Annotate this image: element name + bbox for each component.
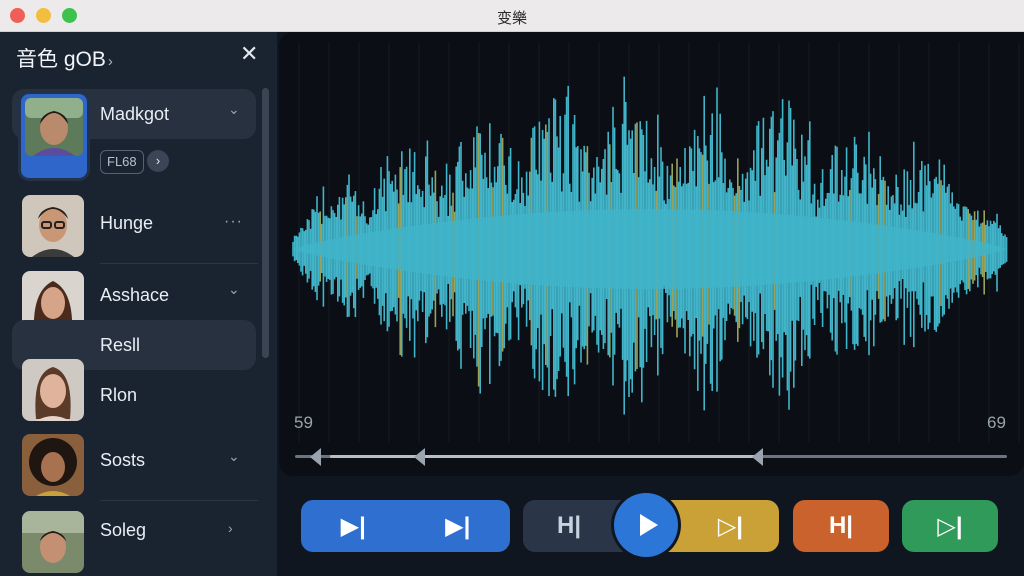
voice-name: Sosts [100,450,146,470]
voice-tag: FL68 [100,150,144,174]
voice-item-madkgot[interactable]: Madkgot ⌄ [12,89,256,178]
timeline-selection[interactable] [330,455,760,458]
voice-item-rlon[interactable]: Rlon [12,356,256,428]
hold-icon: H| [557,512,582,539]
voice-item-soleg[interactable]: Soleg › [12,504,256,576]
play-button[interactable] [614,493,678,557]
sidebar-scrollbar[interactable] [262,88,269,358]
avatar-frame-selected [21,94,87,178]
end-time-label: 69 [987,413,1006,432]
skip-forward-button[interactable]: ▶| ▶| [301,500,510,552]
window-titlebar: 变樂 [0,0,1024,32]
voice-name: Soleg [100,520,147,540]
start-time-label: 59 [294,413,313,432]
chevron-down-icon[interactable]: ⌄ [228,281,240,298]
waveform-panel[interactable] [279,32,1024,476]
voice-name: Rlon [100,385,138,405]
avatar-soleg [22,511,84,573]
list-divider [100,263,258,264]
next-green-icon: ▷| [937,512,963,540]
voice-item-sosts[interactable]: Sosts ⌄ [12,430,256,502]
sidebar-title-text: 音色 gOB [16,48,106,71]
voice-name: Madkgot [100,104,170,124]
split-icon: H| [828,512,854,539]
play-icon [639,514,658,536]
more-options-icon[interactable]: ··· [224,213,243,231]
avatar-hunge [22,195,84,257]
avatar-sosts [22,434,84,496]
tag-next-icon[interactable]: › [147,150,169,172]
avatar-madkgot [25,98,83,176]
next-outline-icon: ▷| [717,512,743,540]
skip-forward-icon: ▶| [445,512,471,540]
next-green-button[interactable]: ▷| [902,500,998,552]
selection-start-handle[interactable] [414,448,425,466]
chevron-right-icon[interactable]: › [228,520,233,536]
timeline-start-handle[interactable] [310,448,321,466]
voice-name: Resll [100,335,141,355]
sidebar-title: 音色 gOB › [16,43,113,73]
voice-name: Asshace [100,285,170,305]
sidebar-title-arrow-icon: › [107,53,113,70]
skip-forward-icon: ▶| [340,512,366,540]
audio-waveform[interactable] [279,32,1024,476]
selection-end-handle[interactable] [752,448,763,466]
voice-name: Hunge [100,213,154,233]
avatar-rlon [22,359,84,421]
window-title: 变樂 [496,10,527,27]
chevron-down-icon[interactable]: ⌄ [228,101,240,118]
list-divider [100,500,258,501]
chevron-down-icon[interactable]: ⌄ [228,448,240,465]
voice-item-hunge[interactable]: Hunge ··· [12,192,256,264]
sidebar-close-icon[interactable]: ✕ [240,41,258,67]
split-button[interactable]: H| [793,500,889,552]
